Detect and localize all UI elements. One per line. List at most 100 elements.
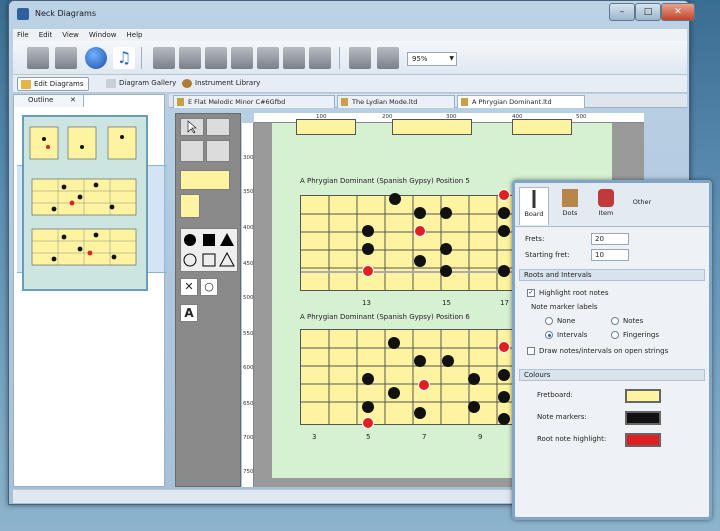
frets-input[interactable]: 20 bbox=[591, 233, 629, 245]
align-center-icon[interactable] bbox=[257, 47, 279, 69]
marker-shapes-tool[interactable] bbox=[180, 228, 238, 272]
fretboard[interactable] bbox=[296, 119, 356, 135]
connector-tool[interactable] bbox=[180, 140, 204, 162]
root-note-marker[interactable] bbox=[498, 341, 510, 353]
menu-edit[interactable]: Edit bbox=[39, 31, 53, 39]
roots-intervals-section[interactable]: Roots and Intervals bbox=[519, 269, 705, 281]
note-marker[interactable] bbox=[389, 193, 401, 205]
fret-number: 9 bbox=[478, 433, 483, 441]
print-icon[interactable] bbox=[55, 47, 77, 69]
tab-other[interactable]: Other bbox=[627, 187, 657, 225]
title-bar[interactable]: Neck Diagrams – □ ✕ bbox=[9, 1, 695, 27]
close-icon[interactable]: ✕ bbox=[70, 95, 76, 106]
align-left-icon[interactable] bbox=[231, 47, 253, 69]
marquee-tool[interactable] bbox=[206, 118, 230, 136]
radio-fingerings[interactable] bbox=[611, 331, 619, 339]
note-marker[interactable] bbox=[440, 207, 452, 219]
diagram-title[interactable]: A Phrygian Dominant (Spanish Gypsy) Posi… bbox=[300, 177, 470, 185]
root-highlight-colour-swatch[interactable] bbox=[625, 433, 661, 447]
note-marker[interactable] bbox=[498, 413, 510, 425]
root-note-marker[interactable] bbox=[362, 265, 374, 277]
align-right-icon[interactable] bbox=[283, 47, 305, 69]
outline-thumbnail[interactable] bbox=[22, 115, 148, 291]
draw-open-strings-checkbox[interactable] bbox=[527, 347, 535, 355]
note-marker[interactable] bbox=[362, 373, 374, 385]
instrument-library-tab[interactable]: Instrument Library bbox=[179, 77, 265, 91]
note-marker[interactable] bbox=[468, 373, 480, 385]
board-icon bbox=[526, 190, 542, 208]
radio-intervals[interactable] bbox=[545, 331, 553, 339]
radio-notes[interactable] bbox=[611, 317, 619, 325]
note-marker[interactable] bbox=[388, 337, 400, 349]
align-top-icon[interactable] bbox=[153, 47, 175, 69]
ruler-label: 700 bbox=[243, 435, 254, 441]
root-note-marker[interactable] bbox=[498, 189, 510, 201]
note-marker[interactable] bbox=[414, 355, 426, 367]
note-marker[interactable] bbox=[362, 401, 374, 413]
note-marker[interactable] bbox=[362, 243, 374, 255]
x-marker-tool[interactable]: ✕ bbox=[180, 278, 198, 296]
close-button[interactable]: ✕ bbox=[661, 3, 695, 21]
save-icon[interactable] bbox=[27, 47, 49, 69]
menu-window[interactable]: Window bbox=[89, 31, 117, 39]
note-marker[interactable] bbox=[362, 225, 374, 237]
root-note-marker[interactable] bbox=[414, 225, 426, 237]
line-tool[interactable] bbox=[206, 140, 230, 162]
note-marker[interactable] bbox=[498, 369, 510, 381]
same-height-icon[interactable] bbox=[377, 47, 399, 69]
maximize-button[interactable]: □ bbox=[635, 3, 661, 21]
same-width-icon[interactable] bbox=[349, 47, 371, 69]
open-marker-tool[interactable]: ○ bbox=[200, 278, 218, 296]
vertical-neck-tool[interactable] bbox=[180, 194, 200, 218]
tab-item[interactable]: Item bbox=[591, 187, 621, 225]
note-marker[interactable] bbox=[468, 401, 480, 413]
note-marker[interactable] bbox=[498, 265, 510, 277]
root-note-marker[interactable] bbox=[418, 379, 430, 391]
root-highlight-colour-label: Root note highlight: bbox=[537, 435, 607, 443]
radio-none[interactable] bbox=[545, 317, 553, 325]
colours-section[interactable]: Colours bbox=[519, 369, 705, 381]
note-marker[interactable] bbox=[440, 243, 452, 255]
info-icon[interactable] bbox=[85, 47, 107, 69]
starting-fret-input[interactable]: 10 bbox=[591, 249, 629, 261]
tab-lydian-mode[interactable]: The Lydian Mode.ltd bbox=[337, 95, 455, 108]
align-middle-icon[interactable] bbox=[179, 47, 201, 69]
root-note-marker[interactable] bbox=[362, 417, 374, 429]
horizontal-neck-tool[interactable] bbox=[180, 170, 230, 190]
zoom-combo[interactable]: 95% ▼ bbox=[407, 52, 457, 66]
distribute-horizontal-icon[interactable] bbox=[309, 47, 331, 69]
outline-tab[interactable]: Outline ✕ bbox=[14, 95, 84, 107]
fretboard[interactable] bbox=[392, 119, 472, 135]
highlight-root-checkbox[interactable]: ✓ bbox=[527, 289, 535, 297]
note-marker[interactable] bbox=[498, 207, 510, 219]
edit-diagrams-tab[interactable]: Edit Diagrams bbox=[17, 77, 90, 91]
align-bottom-icon[interactable] bbox=[205, 47, 227, 69]
menu-file[interactable]: File bbox=[17, 31, 29, 39]
note-marker[interactable] bbox=[440, 265, 452, 277]
draw-open-strings-label: Draw notes/intervals on open strings bbox=[539, 347, 669, 355]
select-tool[interactable] bbox=[180, 118, 204, 136]
note-marker[interactable] bbox=[498, 391, 510, 403]
note-marker[interactable] bbox=[498, 225, 510, 237]
minimize-button[interactable]: – bbox=[609, 3, 635, 21]
diagram-title[interactable]: A Phrygian Dominant (Spanish Gypsy) Posi… bbox=[300, 313, 470, 321]
fretboard-colour-swatch[interactable] bbox=[625, 389, 661, 403]
note-marker[interactable] bbox=[414, 207, 426, 219]
note-markers-colour-swatch[interactable] bbox=[625, 411, 661, 425]
tab-board[interactable]: Board bbox=[519, 187, 549, 225]
note-marker[interactable] bbox=[414, 407, 426, 419]
tab-dots[interactable]: Dots bbox=[555, 187, 585, 225]
menu-view[interactable]: View bbox=[62, 31, 79, 39]
menu-help[interactable]: Help bbox=[127, 31, 143, 39]
menu-bar: File Edit View Window Help bbox=[13, 29, 687, 41]
diagram-gallery-tab[interactable]: Diagram Gallery bbox=[103, 77, 181, 91]
note-marker[interactable] bbox=[442, 355, 454, 367]
tab-item-label: Item bbox=[598, 209, 614, 217]
tab-phrygian-dominant[interactable]: A Phrygian Dominant.ltd bbox=[457, 95, 585, 108]
text-tool[interactable]: A bbox=[180, 304, 198, 322]
note-marker[interactable] bbox=[388, 387, 400, 399]
tab-e-flat-melodic-minor[interactable]: E Flat Melodic Minor C#6Gfbd bbox=[173, 95, 335, 108]
note-marker[interactable] bbox=[414, 255, 426, 267]
fretboard[interactable] bbox=[512, 119, 572, 135]
music-icon[interactable]: ♫ bbox=[113, 47, 135, 69]
